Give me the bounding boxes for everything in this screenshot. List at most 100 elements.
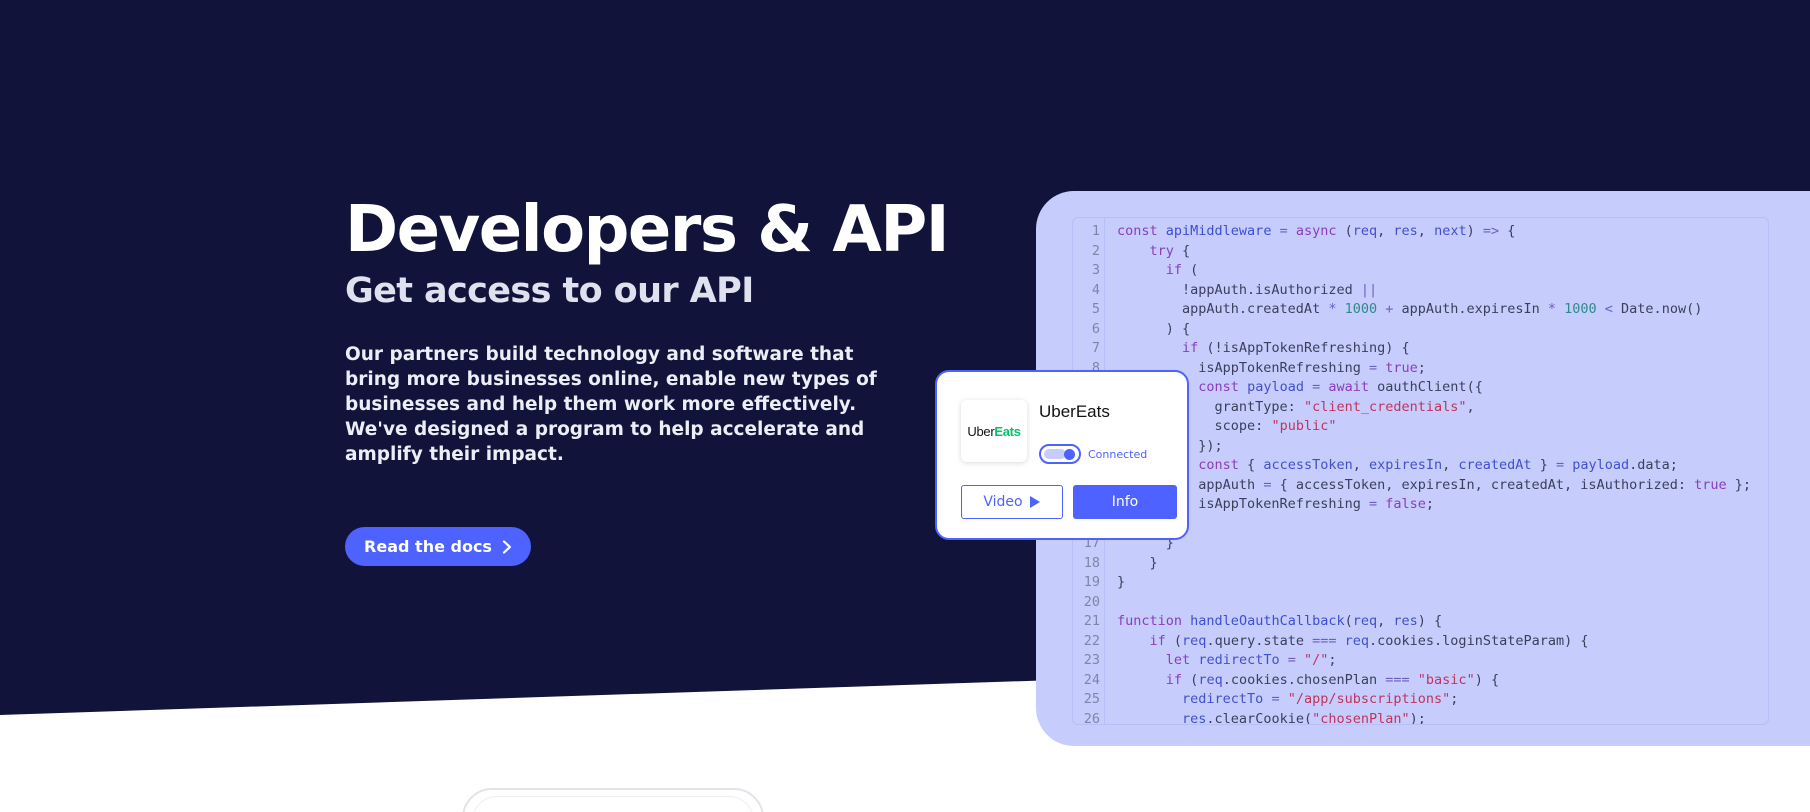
code-token: res [1393,223,1418,239]
code-token: .data; [1629,457,1678,473]
code-line: 19} [1073,573,1768,593]
line-number: 25 [1083,691,1100,707]
page-subtitle: Get access to our API [345,271,754,311]
line-number: 4 [1091,281,1100,298]
video-button[interactable]: Video [961,485,1063,519]
code-token: ( [1336,223,1353,239]
code-token: ( [1182,671,1199,688]
code-token: ) { [1417,613,1443,629]
code-token: 1000 [1344,301,1378,317]
code-token: "client_credentials" [1303,398,1467,415]
code-line-source: const apiMiddleware = async (req, res, n… [1117,222,1515,242]
code-token: const [1117,223,1166,239]
connection-status-label: Connected [1088,448,1148,461]
line-number: 3 [1091,262,1100,278]
code-token: expiresIn [1368,457,1443,473]
code-line: 26 res.clearCookie("chosenPlan"); [1073,710,1768,725]
code-token: redirectTo [1182,691,1264,707]
code-token: * [1547,301,1556,317]
code-token: const [1198,457,1239,473]
code-token: handleOauthCallback [1190,613,1345,629]
code-line: 2 try { [1073,242,1768,262]
next-section-device-frame [462,788,764,812]
code-token: { accessToken, expiresIn, createdAt, isA… [1271,476,1695,493]
code-token: "chosenPlan" [1312,710,1410,725]
code-token: , [1352,457,1369,473]
code-token: 1000 [1564,301,1597,317]
code-token: "basic" [1417,671,1475,688]
line-number: 5 [1091,301,1100,317]
code-line-source: function handleOauthCallback(req, res) { [1117,612,1442,632]
line-number: 21 [1083,613,1100,629]
code-token: = [1368,359,1378,376]
hero-description-line: businesses and help them work more effec… [345,394,857,415]
integration-card: Uber Eats UberEats Connected Video Info [935,370,1189,540]
code-token: payload [1572,457,1630,473]
chevron-right-icon [502,539,512,554]
code-token: next [1434,223,1467,239]
code-line: 3 if ( [1073,261,1768,281]
line-number: 20 [1083,593,1100,610]
video-button-label: Video [983,494,1023,510]
code-line-source: if (req.query.state === req.cookies.logi… [1117,632,1589,652]
code-token: true [1694,476,1727,493]
code-token: req [1198,671,1223,688]
line-number: 2 [1091,242,1100,259]
code-line: 22 if (req.query.state === req.cookies.l… [1073,632,1768,652]
code-token: "/" [1304,652,1329,668]
read-the-docs-label: Read the docs [364,537,492,556]
code-token: ( [1165,632,1183,649]
code-token: } [1531,457,1556,473]
code-token: payload [1247,379,1304,395]
hero-description-line: amplify their impact. [345,444,564,465]
code-token: false [1385,496,1426,512]
code-token: (!isAppTokenRefreshing) { [1198,340,1410,356]
code-token: , [1442,457,1459,473]
code-token: res [1393,613,1418,629]
code-token: function [1117,613,1183,629]
code-token: .cookies.chosenPlan [1222,671,1386,688]
hero-description: Our partners build technology and softwa… [345,342,877,467]
code-token: !appAuth.isAuthorized [1117,281,1361,298]
code-line-source: appAuth = { accessToken, expiresIn, crea… [1117,476,1751,496]
code-token: req [1182,632,1207,649]
ubereats-logo: Uber Eats [961,400,1027,462]
code-token: ; [1425,496,1435,512]
info-button[interactable]: Info [1073,485,1177,519]
logo-text-uber: Uber [967,423,995,439]
logo-text-eats: Eats [994,423,1021,439]
code-token: .cookies.loginStateParam) { [1369,632,1589,649]
connection-toggle[interactable] [1039,444,1081,464]
read-the-docs-button[interactable]: Read the docs [345,527,531,566]
code-token: req [1352,613,1378,629]
device-frame-inner [472,796,754,812]
hero-description-line: Our partners build technology and softwa… [345,344,854,365]
code-token: "/app/subscriptions" [1287,691,1451,707]
integration-name: UberEats [1039,402,1110,421]
code-token: ; [1417,359,1426,376]
code-token: { [1499,223,1516,239]
code-token: await [1328,379,1370,395]
code-token: ) { [1117,320,1191,337]
code-token: redirectTo [1198,652,1280,668]
code-line: 6 ) { [1073,320,1768,340]
line-number: 1 [1091,223,1100,239]
code-token: = [1555,457,1565,473]
code-token: if [1165,671,1183,688]
code-token: < [1604,301,1613,317]
code-line: 23 let redirectTo = "/"; [1073,651,1768,671]
code-token: true [1385,359,1418,376]
line-number: 24 [1083,671,1100,688]
code-token: async [1295,223,1337,239]
code-token: accessToken [1263,457,1353,473]
